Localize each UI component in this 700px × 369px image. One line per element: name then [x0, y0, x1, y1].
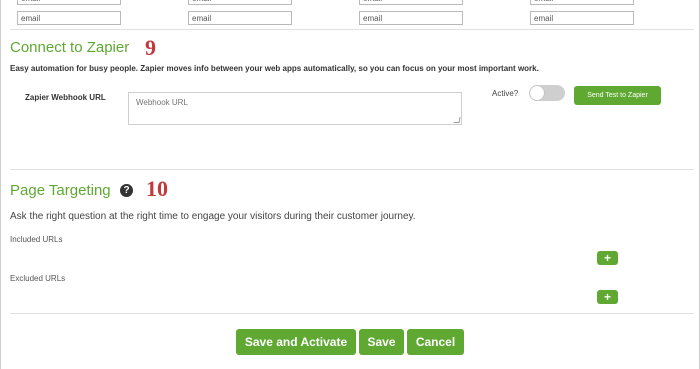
zapier-step-number: 9	[145, 35, 156, 60]
email-field-cut-3[interactable]: email	[359, 0, 463, 5]
email-field-cut-1[interactable]: email	[17, 0, 121, 5]
email-mapping-row: email email email email email email emai…	[0, 0, 700, 28]
excluded-urls-label: Excluded URLs	[10, 274, 66, 283]
page-targeting-step-number: 10	[146, 176, 168, 201]
save-and-activate-button[interactable]: Save and Activate	[236, 329, 356, 355]
textarea-resize-grip-icon[interactable]	[453, 117, 461, 123]
save-button[interactable]: Save	[359, 329, 404, 355]
email-field-cut-2[interactable]: email	[188, 0, 292, 5]
add-excluded-url-button[interactable]: +	[597, 290, 618, 304]
question-circle-icon[interactable]: ?	[120, 184, 133, 197]
email-field-cut-4[interactable]: email	[530, 0, 634, 5]
zapier-description: Easy automation for busy people. Zapier …	[10, 64, 539, 73]
page-targeting-description: Ask the right question at the right time…	[10, 211, 416, 222]
active-toggle[interactable]	[529, 85, 565, 101]
cancel-button[interactable]: Cancel	[407, 329, 464, 355]
toggle-knob	[530, 86, 544, 100]
zapier-section-title: Connect to Zapier	[10, 39, 130, 56]
email-field-3[interactable]: email	[359, 11, 463, 25]
email-field-1[interactable]: email	[17, 11, 121, 25]
top-divider	[10, 29, 694, 30]
email-field-2[interactable]: email	[188, 11, 292, 25]
send-test-to-zapier-button[interactable]: Send Test to Zapier	[574, 86, 661, 105]
webhook-url-label: Zapier Webhook URL	[25, 93, 106, 102]
included-urls-label: Included URLs	[10, 235, 63, 244]
webhook-url-input[interactable]	[128, 92, 462, 125]
page-targeting-title: Page Targeting	[10, 182, 111, 199]
email-field-4[interactable]: email	[530, 11, 634, 25]
frame-left-border	[0, 0, 1, 369]
active-label: Active?	[492, 89, 519, 98]
page-targeting-divider	[10, 313, 694, 314]
add-included-url-button[interactable]: +	[597, 251, 618, 265]
zapier-divider	[10, 169, 694, 170]
